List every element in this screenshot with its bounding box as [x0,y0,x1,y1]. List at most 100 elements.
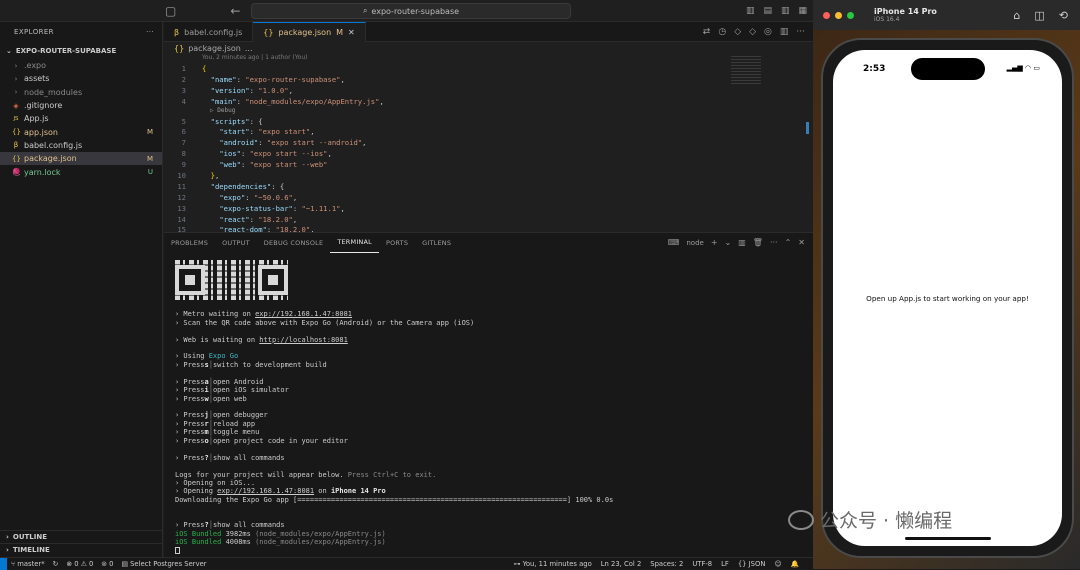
more-actions-icon[interactable]: ··· [796,27,805,37]
next-change-icon[interactable]: ◇ [749,27,756,37]
code-line[interactable]: 3 "version": "1.0.0", [164,85,724,96]
close-icon[interactable]: ✕ [348,28,355,37]
split-editor-icon[interactable]: ▥ [780,27,789,37]
layout-sidebar-icon[interactable]: ▥ [746,6,755,16]
git-status-badge: M [146,154,153,163]
web-url[interactable]: http://localhost:8081 [259,336,348,344]
file-tree-item[interactable]: {} app.json M [0,125,162,138]
branch-item[interactable]: ⑂ master* [11,560,45,568]
bell-icon[interactable]: 🔔 [791,560,799,568]
code-line[interactable]: 1{ [164,63,724,74]
editor-area: β babel.config.js {} package.json M ✕ ⇄ … [164,22,813,235]
feedback-icon[interactable]: ☺ [774,560,781,568]
file-name: .gitignore [24,101,63,111]
sidebar-toggle-icon[interactable]: ▢ [165,4,176,18]
file-tree-item[interactable]: ◈ .gitignore [0,99,162,112]
terminal-icon: ⌨ [667,238,680,247]
cursor-position[interactable]: Ln 23, Col 2 [601,560,642,568]
close-panel-icon[interactable]: ✕ [798,238,805,247]
blame-item[interactable]: ⊶ You, 11 minutes ago [514,560,592,568]
tab-babel-config[interactable]: β babel.config.js [164,22,254,42]
code-line[interactable]: 2 "name": "expo-router-supabase", [164,74,724,85]
code-line[interactable]: 7 "android": "expo start --android", [164,137,724,148]
close-window-button[interactable] [823,11,830,19]
new-terminal-icon[interactable]: + [711,238,718,247]
panel-tab-gitlens[interactable]: GITLENS [415,233,458,253]
codelens-blame[interactable]: You, 2 minutes ago | 1 author (You) [164,54,813,63]
file-tree-item[interactable]: › .expo [0,59,162,72]
previous-change-icon[interactable]: ◇ [734,27,741,37]
home-icon[interactable]: ⌂ [1013,9,1020,22]
outline-section[interactable]: › OUTLINE [0,530,163,543]
command-center-text: expo-router-supabase [371,6,460,16]
sync-icon[interactable]: ↻ [53,560,59,568]
file-tree-item[interactable]: {} package.json M [0,152,162,166]
code-line[interactable]: 14 "react": "18.2.0", [164,214,724,225]
code-line[interactable]: 8 "ios": "expo start --ios", [164,148,724,159]
metro-url[interactable]: exp://192.168.1.47:8081 [255,310,352,318]
more-actions-icon[interactable]: ··· [770,238,778,247]
code-line[interactable]: 6 "start": "expo start", [164,126,724,137]
code-line[interactable]: 12 "expo": "~50.0.6", [164,192,724,203]
chevron-down-icon[interactable]: ⌄ [725,238,732,247]
code-line[interactable]: 11 "dependencies": { [164,181,724,192]
code-line[interactable]: 13 "expo-status-bar": "~1.11.1", [164,203,724,214]
file-name: assets [24,74,50,84]
tab-package-json[interactable]: {} package.json M ✕ [253,22,366,42]
minimap[interactable] [731,56,761,86]
home-indicator[interactable] [905,537,991,540]
remote-indicator[interactable] [0,557,7,570]
file-name: app.json [24,127,58,137]
breadcrumb[interactable]: {} package.json ... [164,42,813,54]
file-tree-item[interactable]: › node_modules [0,86,162,99]
debug-codelens[interactable]: ▷ Debug [164,107,724,116]
file-tree-item[interactable]: JS App.js [0,112,162,125]
end-of-line[interactable]: LF [721,560,729,568]
json-file-icon: {} [12,128,21,137]
file-tree-item[interactable]: β babel.config.js [0,139,162,152]
layout-secondary-icon[interactable]: ▥ [781,6,790,16]
terminal-output[interactable]: › Metro waiting on exp://192.168.1.47:80… [175,260,805,555]
layout-panel-icon[interactable]: ▤ [763,6,772,16]
error-icon: ⊗ [66,559,73,568]
rotate-icon[interactable]: ⟲ [1059,9,1068,22]
explorer-root-folder[interactable]: ⌄ EXPO-ROUTER-SUPABASE [0,43,162,59]
split-terminal-icon[interactable]: ▥ [738,238,746,247]
indentation[interactable]: Spaces: 2 [650,560,683,568]
select-server-item[interactable]: ▤ Select Postgres Server [122,560,207,568]
problems-item[interactable]: ⊗ 0 ⚠ 0 [66,560,93,568]
trash-icon[interactable]: 🗑 [753,238,763,247]
file-tree-item[interactable]: 🧶 yarn.lock U [0,165,162,178]
term-line: › Using Expo Go [175,352,239,361]
yarn-file-icon: 🧶 [12,168,21,177]
open-changes-icon[interactable]: ◎ [764,27,772,37]
code-line[interactable]: 10 }, [164,170,724,181]
git-compare-icon[interactable]: ⇄ [703,27,711,37]
minimize-window-button[interactable] [835,11,842,19]
panel-tab-output[interactable]: OUTPUT [215,233,257,253]
code-line[interactable]: 9 "web": "expo start --web" [164,159,724,170]
encoding[interactable]: UTF-8 [692,560,712,568]
customize-layout-icon[interactable]: ▦ [798,6,807,16]
code-line[interactable]: 5 "scripts": { [164,116,724,127]
terminal-name[interactable]: node [686,239,703,247]
maximize-panel-icon[interactable]: ⌃ [785,238,792,247]
back-arrow-icon[interactable]: ← [230,4,240,18]
panel-tab-terminal[interactable]: TERMINAL [330,233,379,253]
file-tree-item[interactable]: › assets [0,72,162,85]
editor-scrollbar[interactable] [806,122,809,134]
panel-tab-problems[interactable]: PROBLEMS [164,233,215,253]
history-icon[interactable]: ◷ [718,27,726,37]
timeline-section[interactable]: › TIMELINE [0,543,163,556]
panel-tab-debug-console[interactable]: DEBUG CONSOLE [257,233,331,253]
command-center-search[interactable]: ⌕ expo-router-supabase [251,3,571,19]
language-item[interactable]: {} JSON [738,560,766,568]
code-lines[interactable]: 1{2 "name": "expo-router-supabase", 3 "ve… [164,63,724,235]
ports-item[interactable]: ⊚ 0 [101,560,113,568]
phone-screen[interactable]: 2:53 ▂▄▆ ◠ ▭ Open up App.js to start wor… [833,50,1062,546]
code-line[interactable]: 4 "main": "node_modules/expo/AppEntry.js… [164,96,724,107]
zoom-window-button[interactable] [847,11,854,19]
more-actions-icon[interactable]: ··· [146,28,154,36]
panel-tab-ports[interactable]: PORTS [379,233,415,253]
screenshot-icon[interactable]: ◫ [1034,9,1044,22]
